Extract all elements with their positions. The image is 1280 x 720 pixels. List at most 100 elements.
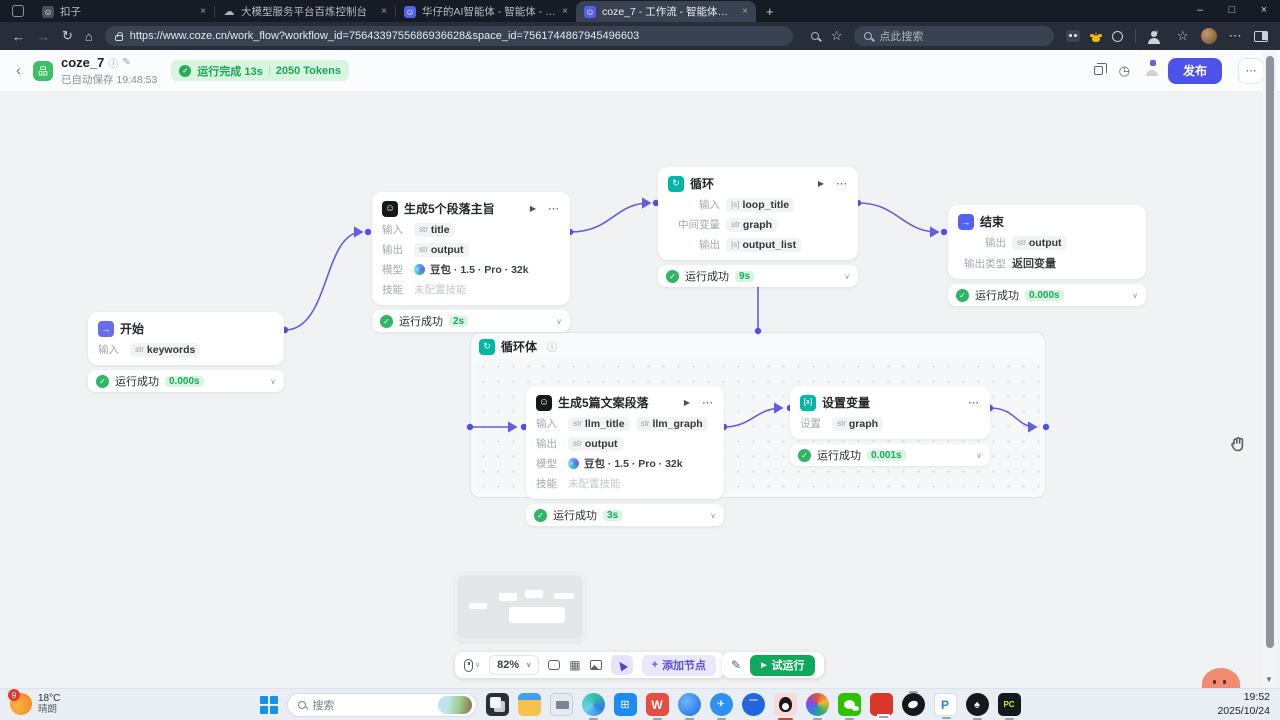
- wechat-icon[interactable]: [838, 693, 861, 716]
- tab-bailian-console[interactable]: ☁ 大模型服务平台百炼控制台 ×: [215, 1, 395, 22]
- node-llm-outline[interactable]: ☺ 生成5个段落主旨 ▶ ⋯ 输入 strtitle 输出 stroutput …: [372, 192, 570, 332]
- publish-button[interactable]: 发布: [1168, 58, 1222, 84]
- run-status-bar[interactable]: ✓ 运行成功 0.000s ∨: [948, 284, 1146, 306]
- tab-close-icon[interactable]: ×: [381, 6, 387, 17]
- p-app-icon[interactable]: P: [934, 693, 957, 716]
- weather-widget[interactable]: 9 18°C晴朗: [10, 693, 60, 716]
- zoom-control[interactable]: 82% ∨: [489, 655, 539, 675]
- extension-icon[interactable]: [1066, 30, 1080, 42]
- sidebar-toggle-icon[interactable]: [1254, 31, 1268, 42]
- bookmark-star-icon[interactable]: ☆: [831, 28, 843, 44]
- tab-workflow-active[interactable]: ☺ coze_7 - 工作流 - 智能体平台 ×: [576, 1, 756, 22]
- taskbar-clock[interactable]: 19:52 2025/10/24: [1217, 691, 1270, 718]
- canvas-minimap[interactable]: [455, 573, 585, 641]
- run-status-bar[interactable]: ✓ 运行成功 9s ∨: [658, 265, 858, 287]
- node-more-icon[interactable]: ⋯: [968, 396, 980, 409]
- collaborate-icon[interactable]: [1146, 63, 1152, 78]
- chevron-down-icon: ∨: [710, 511, 716, 520]
- qq-icon[interactable]: [774, 693, 797, 716]
- node-more-icon[interactable]: ⋯: [836, 177, 848, 190]
- node-more-icon[interactable]: ⋯: [548, 202, 560, 215]
- snapshot-icon[interactable]: [590, 660, 602, 670]
- play-icon[interactable]: ▶: [530, 204, 536, 213]
- edge-browser-icon[interactable]: [582, 693, 605, 716]
- run-status-bar[interactable]: ✓ 运行成功 2s ∨: [372, 310, 570, 332]
- dark-shield-app-icon[interactable]: ♠: [966, 693, 989, 716]
- test-run-button[interactable]: ▶ 试运行: [750, 655, 815, 676]
- back-chevron-icon[interactable]: ‹: [16, 62, 21, 79]
- refresh-icon[interactable]: ↻: [62, 28, 73, 44]
- add-node-button[interactable]: + 添加节点: [642, 655, 716, 676]
- node-loop[interactable]: ↻ 循环 ▶ ⋯ 输入 [s]loop_title 中间变量 strgraph …: [658, 167, 858, 287]
- scrollbar-thumb[interactable]: [1266, 56, 1274, 648]
- scrollbar-down-arrow[interactable]: ▼: [1265, 675, 1273, 684]
- tab-close-icon[interactable]: ×: [562, 6, 568, 17]
- new-tab-button[interactable]: +: [766, 4, 774, 19]
- edit-icon[interactable]: ✎: [122, 57, 130, 68]
- play-icon[interactable]: ▶: [684, 398, 690, 407]
- play-icon[interactable]: ▶: [818, 179, 824, 188]
- tab-close-icon[interactable]: ×: [200, 6, 206, 17]
- task-view-button[interactable]: [486, 693, 509, 716]
- pycharm-icon[interactable]: PC: [998, 693, 1021, 716]
- variable-tag: strllm_title: [568, 417, 630, 431]
- obs-studio-icon[interactable]: [902, 693, 925, 716]
- tab-agent[interactable]: ☺ 华仔的AI智能体 - 智能体 - 扣子 ×: [396, 1, 576, 22]
- profile-avatar[interactable]: [1201, 28, 1217, 44]
- page-scrollbar: ▼: [1263, 50, 1277, 688]
- zoom-level: 82%: [497, 659, 519, 671]
- quark-browser-icon[interactable]: [678, 693, 701, 716]
- maximize-button[interactable]: □: [1216, 0, 1248, 20]
- workflow-title: coze_7: [61, 55, 104, 70]
- auto-layout-icon[interactable]: ▦: [569, 658, 580, 672]
- red-o-app-icon[interactable]: [870, 693, 893, 716]
- blue-bird-app-icon[interactable]: ✈: [710, 693, 733, 716]
- device-app-icon[interactable]: [550, 693, 573, 716]
- tab-close-icon[interactable]: ×: [742, 6, 748, 17]
- zoom-page-icon[interactable]: [811, 32, 819, 40]
- run-status-bar[interactable]: ✓ 运行成功 0.000s ∨: [88, 370, 284, 392]
- cookie-icon[interactable]: [1112, 31, 1123, 42]
- home-icon[interactable]: ⌂: [85, 29, 93, 44]
- interaction-mode-button[interactable]: ∨: [464, 659, 480, 672]
- variable-tag: strkeywords: [130, 343, 200, 357]
- microsoft-store-icon[interactable]: ⊞: [614, 693, 637, 716]
- address-bar[interactable]: https://www.coze.cn/work_flow?workflow_i…: [105, 26, 793, 46]
- tab-kouzi[interactable]: ☺ 扣子 ×: [34, 1, 214, 22]
- wps-office-icon[interactable]: W: [646, 693, 669, 716]
- comment-tool-icon[interactable]: [548, 660, 560, 670]
- history-clock-icon[interactable]: ◷: [1119, 63, 1130, 79]
- node-set-variable[interactable]: [x] 设置变量 ⋯ 设置 strgraph ✓ 运行成功 0.001s ∨: [790, 386, 990, 466]
- variable-tag: stroutput: [414, 243, 469, 257]
- run-status-bar[interactable]: ✓ 运行成功 3s ∨: [526, 504, 724, 526]
- browser-search-box[interactable]: 点此搜索: [854, 26, 1054, 46]
- coze-favicon: ☺: [404, 6, 416, 18]
- close-button[interactable]: ×: [1248, 0, 1280, 20]
- browser-menu-icon[interactable]: ⋯: [1229, 28, 1242, 44]
- model-logo-icon: [414, 264, 425, 275]
- tab-overview-icon[interactable]: [12, 5, 24, 17]
- select-tool-button[interactable]: [611, 655, 633, 675]
- debug-pen-icon[interactable]: ✎: [731, 658, 741, 672]
- file-explorer-icon[interactable]: [518, 693, 541, 716]
- header-more-button[interactable]: ⋯: [1238, 58, 1264, 84]
- start-button[interactable]: [260, 696, 278, 714]
- back-icon[interactable]: ←: [12, 29, 25, 44]
- forward-icon[interactable]: →: [37, 29, 50, 44]
- run-complete-badge[interactable]: ✓ 运行完成 13s 2050 Tokens: [171, 60, 349, 81]
- taskbar-search-box[interactable]: 搜索: [287, 693, 477, 717]
- node-start[interactable]: → 开始 输入 strkeywords ✓ 运行成功 0.000s ∨: [88, 312, 284, 392]
- workflow-canvas[interactable]: ↻ 循环体 ⓘ: [0, 92, 1280, 688]
- pinwheel-app-icon[interactable]: [806, 693, 829, 716]
- media-extension-icon[interactable]: ♪: [1148, 31, 1165, 41]
- paw-extension-icon[interactable]: [1092, 35, 1100, 42]
- node-end[interactable]: → 结束 输出 stroutput 输出类型 返回变量 ✓ 运行成功 0.000…: [948, 205, 1146, 306]
- minimize-button[interactable]: –: [1184, 0, 1216, 20]
- info-icon[interactable]: ⓘ: [108, 55, 118, 70]
- favorites-star-icon[interactable]: ☆: [1177, 28, 1189, 44]
- blue-circle-app-icon[interactable]: [742, 693, 765, 716]
- node-llm-paragraphs[interactable]: ☺ 生成5篇文案段落 ▶ ⋯ 输入 strllm_title strllm_gr…: [526, 386, 724, 526]
- node-more-icon[interactable]: ⋯: [702, 396, 714, 409]
- run-status-bar[interactable]: ✓ 运行成功 0.001s ∨: [790, 444, 990, 466]
- duplicate-icon[interactable]: [1094, 66, 1103, 75]
